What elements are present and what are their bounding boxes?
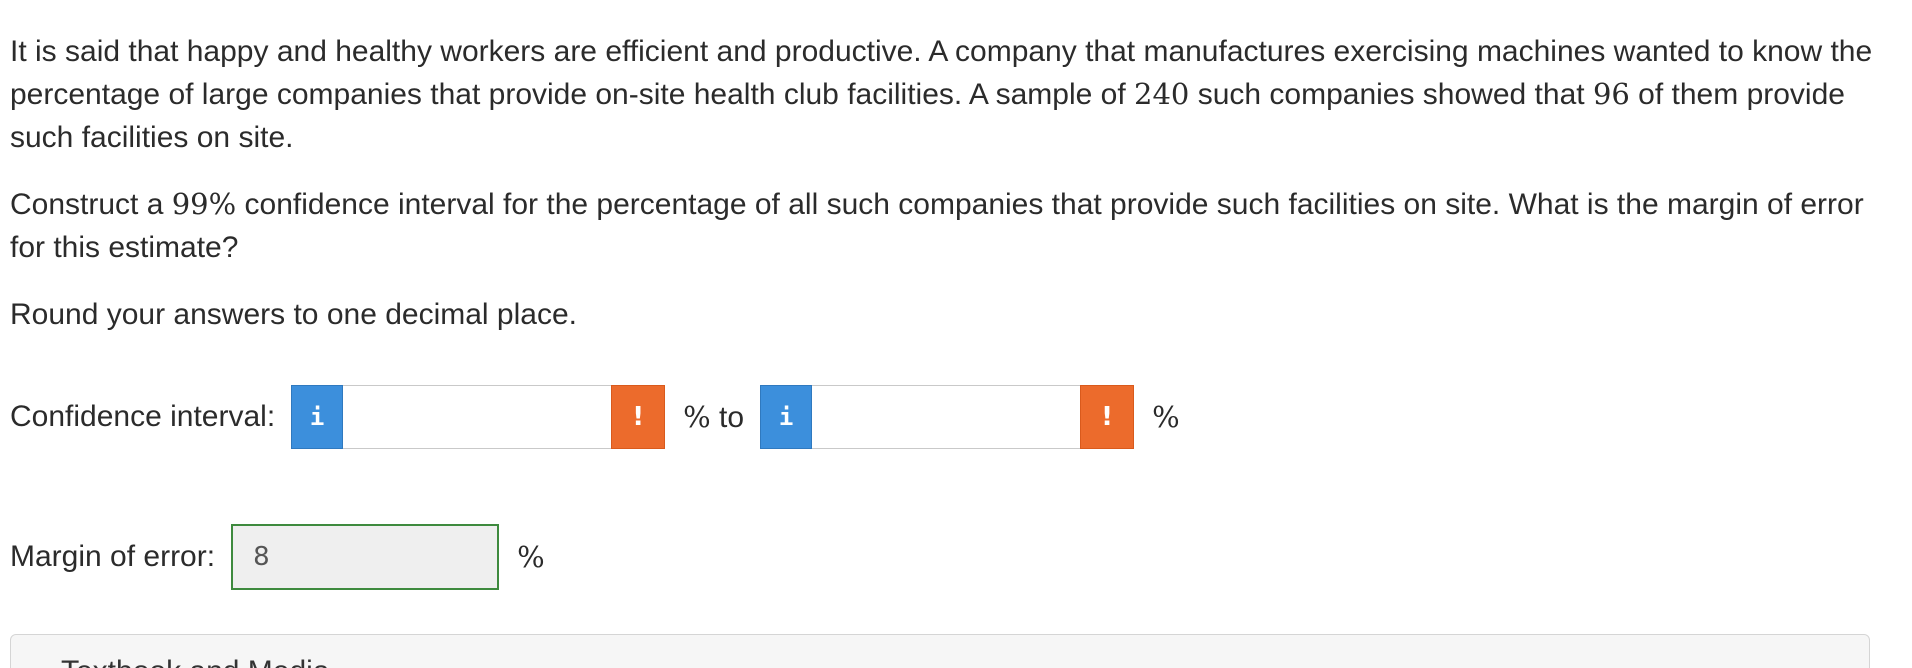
upper-bound-input[interactable] [812, 385, 1081, 449]
percent-sign: % [683, 399, 711, 434]
confidence-level: 99% [171, 187, 237, 221]
info-glyph: i [778, 403, 794, 431]
margin-of-error-input[interactable] [231, 524, 500, 590]
question-paragraph-context: It is said that happy and healthy worker… [10, 30, 1890, 159]
info-icon[interactable]: i [291, 385, 344, 449]
warning-glyph: ! [1101, 402, 1113, 432]
confidence-interval-row: Confidence interval: i ! % to i ! % [10, 384, 1196, 450]
percent-sign: % [517, 539, 545, 574]
lower-bound-input[interactable] [343, 385, 612, 449]
to-text: to [710, 400, 745, 434]
warning-glyph: ! [632, 402, 645, 432]
exclamation-icon[interactable]: ! [611, 385, 666, 449]
textbook-media-panel[interactable]: Textbook and Media [10, 634, 1870, 668]
question-page: It is said that happy and healthy worker… [0, 0, 1912, 668]
exclamation-icon[interactable]: ! [1080, 385, 1135, 449]
question-text: such companies showed that [1189, 78, 1593, 111]
info-glyph: i [309, 403, 325, 431]
upper-bound-unit: % [1152, 400, 1180, 435]
percent-sign: % [1152, 399, 1180, 434]
panel-title: Textbook and Media [61, 655, 330, 668]
margin-of-error-label: Margin of error: [10, 540, 216, 573]
question-text: Construct a [10, 188, 172, 221]
margin-of-error-row: Margin of error: % [10, 524, 561, 590]
lower-bound-unit: % to [683, 400, 744, 435]
question-text: confidence interval for the percentage o… [10, 188, 1864, 264]
sample-size: 240 [1134, 77, 1190, 111]
info-icon[interactable]: i [760, 385, 813, 449]
margin-of-error-unit: % [517, 540, 545, 575]
confidence-interval-label: Confidence interval: [10, 400, 276, 433]
success-count: 96 [1592, 77, 1630, 111]
rounding-instruction: Round your answers to one decimal place. [10, 298, 577, 331]
question-paragraph-task: Construct a 99% confidence interval for … [10, 183, 1890, 269]
